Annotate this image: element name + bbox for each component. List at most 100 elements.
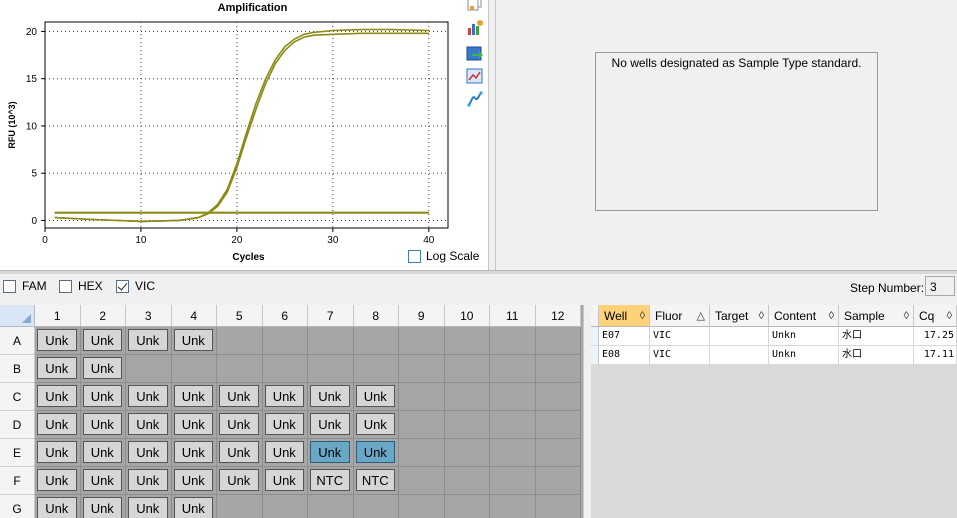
plate-cell-D3[interactable]: Unk <box>126 411 172 439</box>
column-header-8[interactable]: 8 <box>353 305 399 327</box>
well-G1[interactable]: Unk <box>37 497 77 518</box>
plate-cell-C9[interactable] <box>399 383 445 411</box>
plate-cell-F11[interactable] <box>490 467 536 495</box>
plate-cell-D10[interactable] <box>444 411 490 439</box>
sort-icon[interactable]: ◊ <box>759 305 764 327</box>
plate-cell-A4[interactable]: Unk <box>171 327 217 355</box>
plate-cell-E12[interactable] <box>535 439 581 467</box>
plate-cell-C2[interactable]: Unk <box>80 383 126 411</box>
plate-cell-A6[interactable] <box>262 327 308 355</box>
amplification-chart[interactable]: 0 10 20 30 40 0 5 10 15 20 Amplification Cycles RFU … <box>0 0 462 270</box>
plate-cell-G8[interactable] <box>354 495 399 518</box>
plate-cell-E6[interactable]: Unk <box>262 439 308 467</box>
column-header-3[interactable]: 3 <box>126 305 172 327</box>
well-C3[interactable]: Unk <box>128 385 168 407</box>
well-E1[interactable]: Unk <box>37 441 77 463</box>
zoom-icon[interactable] <box>466 67 484 85</box>
plate-cell-F3[interactable]: Unk <box>126 467 172 495</box>
plate-cell-D1[interactable]: Unk <box>35 411 81 439</box>
well-F5[interactable]: Unk <box>219 469 259 491</box>
plate-cell-G9[interactable] <box>399 495 445 518</box>
plate-cell-F1[interactable]: Unk <box>35 467 81 495</box>
plate-cell-A5[interactable] <box>217 327 263 355</box>
well-E5[interactable]: Unk <box>219 441 259 463</box>
well-C5[interactable]: Unk <box>219 385 259 407</box>
plate-cell-A10[interactable] <box>444 327 490 355</box>
plate-cell-C11[interactable] <box>490 383 536 411</box>
plate-cell-D9[interactable] <box>399 411 445 439</box>
well-G4[interactable]: Unk <box>173 497 213 518</box>
plate-cell-B9[interactable] <box>399 355 445 383</box>
column-header-target[interactable]: Target ◊ <box>710 305 769 327</box>
plate-cell-D7[interactable]: Unk <box>308 411 354 439</box>
well-A3[interactable]: Unk <box>128 329 168 351</box>
plate-cell-E9[interactable] <box>399 439 445 467</box>
well-A2[interactable]: Unk <box>82 329 122 351</box>
log-scale-checkbox[interactable] <box>408 249 421 263</box>
sort-icon[interactable]: ◊ <box>947 305 952 327</box>
plate-cell-C3[interactable]: Unk <box>126 383 172 411</box>
plate-cell-C1[interactable]: Unk <box>35 383 81 411</box>
plate-cell-E1[interactable]: Unk <box>35 439 81 467</box>
plate-cell-D6[interactable]: Unk <box>262 411 308 439</box>
well-E8[interactable]: Unk <box>355 441 395 463</box>
column-header-cq[interactable]: Cq ◊ <box>914 305 957 327</box>
hex-checkbox[interactable] <box>59 279 72 293</box>
plate-cell-C6[interactable]: Unk <box>262 383 308 411</box>
row-selector[interactable] <box>591 327 599 346</box>
row-header-D[interactable]: D <box>0 411 35 439</box>
column-header-fluor[interactable]: Fluor △ <box>650 305 710 327</box>
plate-cell-B10[interactable] <box>444 355 490 383</box>
column-header-7[interactable]: 7 <box>308 305 354 327</box>
plate-cell-B6[interactable] <box>262 355 308 383</box>
plate-cell-D4[interactable]: Unk <box>171 411 217 439</box>
well-D8[interactable]: Unk <box>355 413 395 435</box>
row-header-A[interactable]: A <box>0 327 35 355</box>
column-header-6[interactable]: 6 <box>262 305 308 327</box>
sort-icon[interactable]: ◊ <box>904 305 909 327</box>
plate-cell-F8[interactable]: NTC <box>353 467 399 495</box>
plate-cell-B4[interactable] <box>171 355 217 383</box>
well-B1[interactable]: Unk <box>37 357 77 379</box>
column-header-2[interactable]: 2 <box>80 305 126 327</box>
well-E3[interactable]: Unk <box>128 441 168 463</box>
table-row[interactable]: E07 VIC Unkn 水口 17.25 <box>591 327 957 346</box>
well-D4[interactable]: Unk <box>173 413 213 435</box>
column-header-content[interactable]: Content ◊ <box>769 305 839 327</box>
plate-cell-C8[interactable]: Unk <box>353 383 399 411</box>
well-F2[interactable]: Unk <box>82 469 122 491</box>
column-header-11[interactable]: 11 <box>490 305 536 327</box>
plate-cell-F2[interactable]: Unk <box>80 467 126 495</box>
column-header-12[interactable]: 12 <box>535 305 581 327</box>
plate-cell-D8[interactable]: Unk <box>353 411 399 439</box>
plate-cell-B1[interactable]: Unk <box>35 355 81 383</box>
vic-checkbox[interactable] <box>116 279 129 293</box>
plate-cell-A2[interactable]: Unk <box>80 327 126 355</box>
plate-cell-G11[interactable] <box>490 495 536 518</box>
plate-cell-F9[interactable] <box>399 467 445 495</box>
well-C2[interactable]: Unk <box>82 385 122 407</box>
column-header-1[interactable]: 1 <box>35 305 81 327</box>
plate-cell-G7[interactable] <box>308 495 354 518</box>
plate-cell-E8[interactable]: Unk <box>353 439 399 467</box>
well-F4[interactable]: Unk <box>173 469 213 491</box>
fluor-vic[interactable]: VIC <box>116 278 155 294</box>
log-scale-toggle[interactable]: Log Scale <box>408 248 479 264</box>
row-header-G[interactable]: G <box>0 495 35 518</box>
plate-cell-G6[interactable] <box>263 495 308 518</box>
well-A1[interactable]: Unk <box>37 329 77 351</box>
curve-icon[interactable] <box>466 90 484 108</box>
well-B2[interactable]: Unk <box>82 357 122 379</box>
well-E4[interactable]: Unk <box>173 441 213 463</box>
well-A4[interactable]: Unk <box>173 329 213 351</box>
plate-cell-F7[interactable]: NTC <box>308 467 354 495</box>
plate-splitter[interactable] <box>583 305 591 518</box>
vertical-splitter[interactable] <box>488 0 496 270</box>
plate-cell-F12[interactable] <box>535 467 581 495</box>
well-F7[interactable]: NTC <box>310 469 350 491</box>
plate-cell-G5[interactable] <box>217 495 263 518</box>
plate-cell-B12[interactable] <box>535 355 581 383</box>
well-E6[interactable]: Unk <box>264 441 304 463</box>
row-header-E[interactable]: E <box>0 439 35 467</box>
well-D1[interactable]: Unk <box>37 413 77 435</box>
